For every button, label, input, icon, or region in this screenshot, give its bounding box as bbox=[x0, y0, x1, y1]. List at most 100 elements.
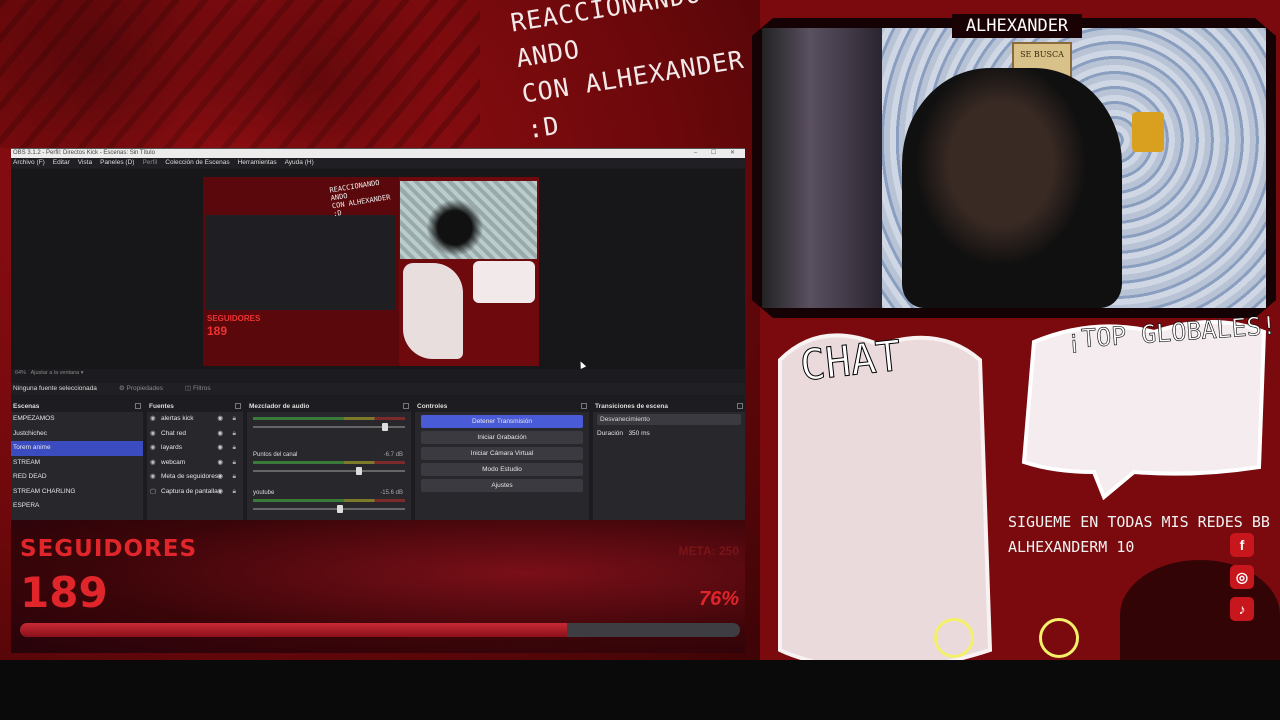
visibility-eye-icon[interactable]: ◉ bbox=[217, 427, 223, 442]
source-item[interactable]: ◉ alertas kick ◉ 🔒︎ bbox=[147, 412, 243, 427]
panel-undock-icon[interactable] bbox=[403, 403, 409, 409]
preview-chat-bubble bbox=[403, 263, 463, 359]
transitions-panel: Transiciones de escena Desvanecimiento D… bbox=[593, 401, 745, 521]
source-type-icon: ◉ bbox=[150, 444, 156, 451]
cat-eye-left-icon bbox=[934, 618, 974, 658]
duration-label: Duración bbox=[597, 430, 624, 437]
mixer-header: Mezclador de audio bbox=[247, 401, 411, 412]
menu-editar[interactable]: Editar bbox=[53, 158, 70, 168]
filters-label: Filtros bbox=[192, 385, 211, 392]
source-label: webcam bbox=[161, 458, 186, 466]
preview-zoom[interactable]: 64% Ajustar a la ventana ▾ bbox=[15, 370, 84, 376]
obs-docks: Escenas EMPEZAMOS Justchichec Torem anim… bbox=[11, 401, 745, 521]
mixer-title: Mezclador de audio bbox=[249, 403, 310, 410]
source-item[interactable]: ▢ Captura de pantalla ◉ 🔒︎ bbox=[147, 485, 243, 500]
followers-percent: 76% bbox=[698, 588, 739, 610]
zoom-mode[interactable]: Ajustar a la ventana bbox=[31, 370, 80, 376]
settings-button[interactable]: Ajustes bbox=[421, 479, 583, 492]
toy-car bbox=[1132, 112, 1164, 152]
cat-silhouette bbox=[1120, 560, 1280, 670]
transition-select[interactable]: Desvanecimiento bbox=[597, 414, 741, 425]
cat-eye-right-icon bbox=[1039, 618, 1079, 658]
scene-item[interactable]: ESPERA bbox=[11, 499, 143, 514]
tiktok-icon: ♪ bbox=[1230, 597, 1254, 621]
menu-vista[interactable]: Vista bbox=[78, 158, 92, 168]
streamer-name: ALHEXANDER bbox=[952, 14, 1082, 38]
preview-seg-count: 189 bbox=[207, 324, 228, 338]
source-item[interactable]: ◉ Chat red ◉ 🔒︎ bbox=[147, 427, 243, 442]
visibility-eye-icon[interactable]: ◉ bbox=[217, 456, 223, 471]
channel-db: -15.6 dB bbox=[380, 490, 403, 496]
menu-archivo[interactable]: Archivo (F) bbox=[13, 158, 45, 168]
visibility-eye-icon[interactable]: ◉ bbox=[217, 412, 223, 427]
panel-undock-icon[interactable] bbox=[235, 403, 241, 409]
slider-knob[interactable] bbox=[336, 505, 343, 513]
manga-artwork bbox=[0, 0, 480, 148]
lock-icon[interactable]: 🔒︎ bbox=[233, 456, 236, 471]
lock-icon[interactable]: 🔒︎ bbox=[233, 470, 236, 485]
menu-perfil[interactable]: Perfil bbox=[142, 158, 157, 168]
stop-streaming-button[interactable]: Detener Transmisión bbox=[421, 415, 583, 428]
visibility-eye-icon[interactable]: ◉ bbox=[217, 470, 223, 485]
scene-item[interactable]: Justchichec bbox=[11, 427, 143, 442]
panel-undock-icon[interactable] bbox=[581, 403, 587, 409]
visibility-eye-icon[interactable]: ◉ bbox=[217, 485, 223, 500]
volume-slider[interactable] bbox=[253, 467, 405, 475]
source-item[interactable]: ◉ webcam ◉ 🔒︎ bbox=[147, 456, 243, 471]
obs-window-title: OBS 3.1.2 - Perfil: Directos Kick - Esce… bbox=[13, 150, 155, 156]
panel-undock-icon[interactable] bbox=[737, 403, 743, 409]
slider-knob[interactable] bbox=[382, 423, 389, 431]
followers-count: 189 bbox=[20, 568, 108, 617]
duration-row: Duración 350 ms bbox=[593, 427, 745, 440]
menu-coleccion[interactable]: Colección de Escenas bbox=[165, 158, 229, 168]
webcam-frame: SE BUSCA bbox=[752, 18, 1276, 318]
obs-window[interactable]: OBS 3.1.2 - Perfil: Directos Kick - Esce… bbox=[11, 148, 745, 521]
window-controls[interactable]: – ☐ ✕ bbox=[694, 149, 741, 158]
menu-herramientas[interactable]: Herramientas bbox=[238, 158, 277, 168]
slider-knob[interactable] bbox=[356, 467, 363, 475]
source-item[interactable]: ◉ layards ◉ 🔒︎ bbox=[147, 441, 243, 456]
duration-input[interactable]: 350 ms bbox=[628, 430, 649, 437]
lock-icon[interactable]: 🔒︎ bbox=[233, 441, 236, 456]
menu-paneles[interactable]: Paneles (D) bbox=[100, 158, 134, 168]
scene-item-selected[interactable]: Torem anime bbox=[11, 441, 143, 456]
preview-canvas: REACCIONANDO ANDO CON ALHEXANDER :D SEGU… bbox=[203, 177, 539, 366]
properties-label: Propiedades bbox=[126, 385, 163, 392]
volume-meter bbox=[253, 461, 405, 464]
source-label: Captura de pantalla bbox=[161, 487, 218, 495]
properties-button[interactable]: ⚙ Propiedades bbox=[119, 383, 163, 395]
scene-item[interactable]: STREAM bbox=[11, 456, 143, 471]
volume-slider[interactable] bbox=[253, 423, 405, 431]
controls-header: Controles bbox=[415, 401, 589, 412]
filters-button[interactable]: ◫ Filtros bbox=[185, 383, 211, 395]
volume-meter bbox=[253, 499, 405, 502]
scene-item[interactable]: EMPEZAMOS bbox=[11, 412, 143, 427]
facebook-icon: f bbox=[1230, 533, 1254, 557]
lock-icon[interactable]: 🔒︎ bbox=[233, 485, 236, 500]
source-label: Meta de seguidores bbox=[161, 473, 219, 480]
followers-progress-fill bbox=[20, 623, 568, 637]
obs-preview[interactable]: REACCIONANDO ANDO CON ALHEXANDER :D SEGU… bbox=[11, 169, 745, 369]
studio-mode-button[interactable]: Modo Estudio bbox=[421, 463, 583, 476]
source-label: Chat red bbox=[161, 429, 186, 437]
scene-item[interactable]: STREAM CHARLING bbox=[11, 485, 143, 500]
lock-icon[interactable]: 🔒︎ bbox=[233, 427, 236, 442]
preview-seg-label: SEGUIDORES bbox=[207, 314, 261, 323]
source-item[interactable]: ◉ Meta de seguidores ◉ 🔒︎ bbox=[147, 470, 243, 485]
panel-undock-icon[interactable] bbox=[135, 403, 141, 409]
mouse-cursor-icon bbox=[577, 360, 587, 369]
volume-slider[interactable] bbox=[253, 505, 405, 513]
preview-webcam bbox=[400, 181, 537, 259]
start-virtual-camera-button[interactable]: Iniciar Cámara Virtual bbox=[421, 447, 583, 460]
scene-item[interactable]: RED DEAD bbox=[11, 470, 143, 485]
followers-goal-widget: SEGUIDORES 189 META: 250 76% bbox=[11, 520, 745, 653]
source-type-icon: ◉ bbox=[150, 429, 156, 437]
obs-titlebar[interactable]: OBS 3.1.2 - Perfil: Directos Kick - Esce… bbox=[11, 149, 745, 158]
lock-icon[interactable]: 🔒︎ bbox=[233, 412, 236, 427]
menu-ayuda[interactable]: Ayuda (H) bbox=[285, 158, 314, 168]
controls-panel: Controles Detener Transmisión Iniciar Gr… bbox=[415, 401, 589, 521]
visibility-eye-icon[interactable]: ◉ bbox=[217, 441, 223, 456]
bottom-strip bbox=[0, 660, 1280, 720]
start-recording-button[interactable]: Iniciar Grabación bbox=[421, 431, 583, 444]
channel-name: Puntos del canal bbox=[253, 452, 298, 458]
